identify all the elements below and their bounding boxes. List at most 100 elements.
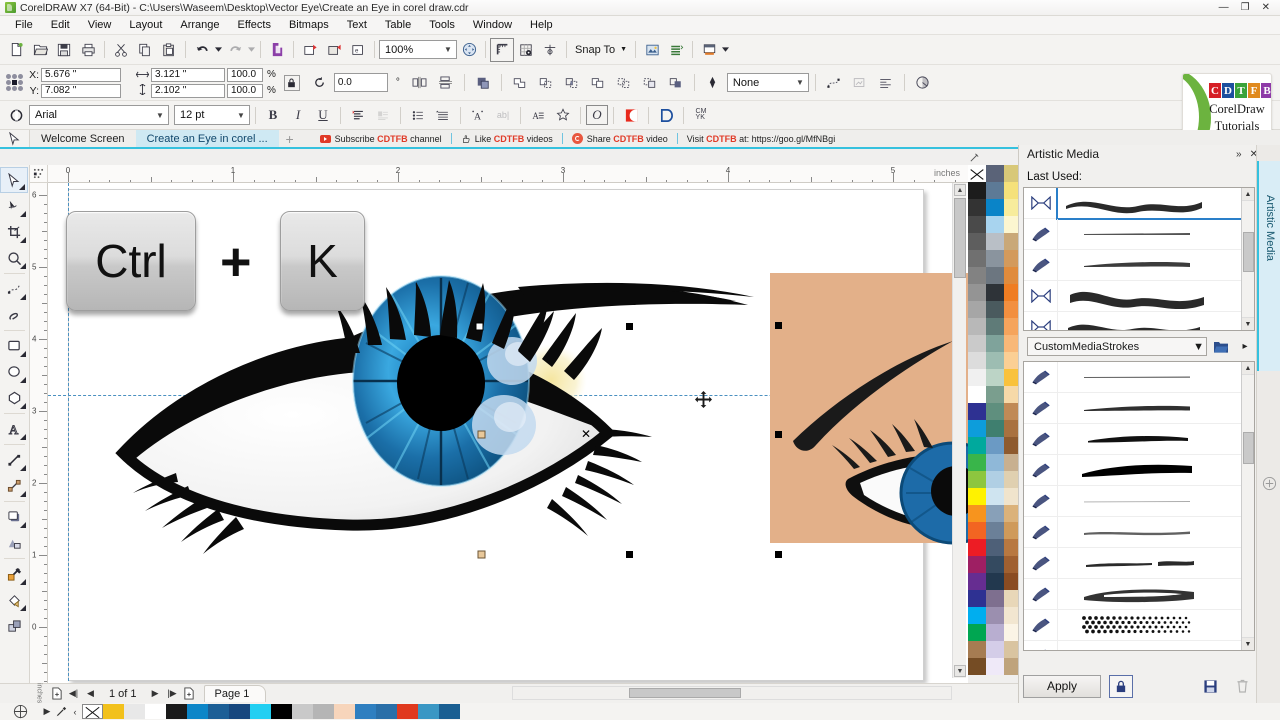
menu-edit[interactable]: Edit	[42, 17, 79, 33]
color-swatch[interactable]	[986, 437, 1004, 454]
color-swatch[interactable]	[968, 352, 986, 369]
color-swatch[interactable]	[968, 471, 986, 488]
menu-arrange[interactable]: Arrange	[171, 17, 228, 33]
apply-button[interactable]: Apply	[1023, 674, 1101, 698]
color-swatch[interactable]	[986, 369, 1004, 386]
copy-icon[interactable]	[133, 38, 157, 62]
tool-shape[interactable]	[0, 193, 28, 219]
color-swatch[interactable]	[986, 420, 1004, 437]
promo-share[interactable]: Share CDTFB video	[563, 133, 677, 144]
stroke-category-combo[interactable]: CustomMediaStrokes ▼	[1027, 337, 1207, 356]
front-minus-back-button[interactable]	[612, 71, 636, 95]
color-swatch[interactable]	[986, 539, 1004, 556]
color-swatch[interactable]	[986, 301, 1004, 318]
ruler-origin-button[interactable]	[30, 165, 48, 183]
canvas-horizontal-scrollbar[interactable]	[512, 686, 952, 700]
color-swatch[interactable]	[334, 704, 355, 719]
menu-bitmaps[interactable]: Bitmaps	[280, 17, 338, 33]
promo-like[interactable]: Like CDTFB videos	[452, 134, 562, 144]
tool-freehand[interactable]	[0, 276, 28, 302]
new-document-icon[interactable]	[4, 38, 28, 62]
show-guidelines-icon[interactable]	[538, 38, 562, 62]
tool-rectangle[interactable]	[0, 333, 28, 359]
scroll-down-button[interactable]: ▼	[1242, 317, 1254, 330]
color-swatch[interactable]	[968, 318, 986, 335]
color-swatch[interactable]	[124, 704, 145, 719]
color-swatch[interactable]	[986, 267, 1004, 284]
anchor-cell[interactable]	[6, 74, 11, 79]
font-family-combo[interactable]: Arial ▼	[29, 105, 169, 125]
scrollbar-thumb[interactable]	[629, 688, 741, 698]
last-used-item[interactable]	[1024, 219, 1254, 250]
rotation-input[interactable]: 0.0	[333, 73, 388, 92]
paste-icon[interactable]	[157, 38, 181, 62]
stroke-list-item[interactable]	[1024, 424, 1254, 455]
stroke-list-item[interactable]	[1024, 610, 1254, 641]
color-swatch[interactable]	[986, 250, 1004, 267]
character-format-button[interactable]: A	[466, 103, 490, 127]
color-swatch[interactable]	[986, 165, 1004, 182]
scroll-up-button[interactable]: ▲	[954, 184, 966, 196]
object-anchor-selector[interactable]	[6, 74, 23, 91]
anchor-cell[interactable]	[6, 80, 11, 85]
pick-tool-indicator[interactable]	[0, 130, 30, 147]
tool-artistic-media[interactable]	[0, 302, 28, 328]
font-size-combo[interactable]: 12 pt ▼	[174, 105, 250, 125]
menu-effects[interactable]: Effects	[229, 17, 280, 33]
stroke-list-item[interactable]	[1024, 362, 1254, 393]
lock-ratio-button[interactable]	[283, 74, 300, 91]
width-input[interactable]: 3.121 "	[151, 67, 225, 82]
scrollbar-thumb[interactable]	[954, 198, 966, 278]
add-tab-button[interactable]: +	[279, 130, 301, 147]
convert-to-curves-button[interactable]	[822, 71, 846, 95]
scroll-down-button[interactable]: ▼	[1242, 637, 1254, 650]
scroll-down-button[interactable]: ▼	[954, 665, 966, 677]
print-icon[interactable]	[76, 38, 100, 62]
color-swatch[interactable]	[968, 301, 986, 318]
color-swatch[interactable]	[968, 607, 986, 624]
text-properties-button[interactable]: A	[526, 103, 550, 127]
last-page-button[interactable]: |▶	[164, 685, 181, 702]
underline-button[interactable]: U	[311, 103, 335, 127]
color-swatch[interactable]	[986, 590, 1004, 607]
palette-prev-button[interactable]: ‹	[68, 704, 82, 719]
color-swatch[interactable]	[986, 352, 1004, 369]
last-used-item[interactable]	[1024, 188, 1254, 220]
menu-view[interactable]: View	[79, 17, 121, 33]
tool-color-eyedropper[interactable]	[0, 561, 28, 587]
color-swatch[interactable]	[968, 386, 986, 403]
tool-text[interactable]: A	[0, 416, 28, 442]
stroke-list-item[interactable]	[1024, 393, 1254, 424]
anchor-cell[interactable]	[6, 86, 11, 91]
scrollbar-thumb[interactable]	[1243, 432, 1254, 464]
color-swatch[interactable]	[166, 704, 187, 719]
workspace-dropdown-icon[interactable]	[721, 38, 730, 62]
color-swatch[interactable]	[986, 335, 1004, 352]
page-tab-page-1[interactable]: Page 1	[203, 685, 267, 702]
stroke-list-item[interactable]	[1024, 641, 1254, 650]
color-swatch[interactable]	[968, 505, 986, 522]
color-swatch[interactable]	[968, 267, 986, 284]
chevron-down-icon[interactable]: ▼	[620, 46, 627, 53]
wrap-text-button[interactable]	[874, 71, 898, 95]
text-align-button[interactable]	[346, 103, 370, 127]
color-palette-column-2[interactable]	[986, 165, 1004, 675]
flyout-arrow-icon[interactable]	[20, 237, 26, 243]
color-swatch[interactable]	[968, 488, 986, 505]
last-used-list[interactable]: ▲ ▼	[1023, 187, 1255, 331]
color-swatch[interactable]	[986, 624, 1004, 641]
color-swatch[interactable]	[986, 522, 1004, 539]
effects-star-button[interactable]	[551, 103, 575, 127]
color-swatch[interactable]	[968, 420, 986, 437]
flyout-arrow-icon[interactable]	[20, 579, 26, 585]
tab-welcome-screen[interactable]: Welcome Screen	[30, 130, 136, 147]
outline-width-combo[interactable]: None ▼	[726, 73, 809, 92]
color-swatch[interactable]	[229, 704, 250, 719]
color-swatch[interactable]	[968, 573, 986, 590]
tool-parallel-dimension[interactable]	[0, 447, 28, 473]
append-page-icon[interactable]	[181, 685, 198, 702]
anchor-cell-center[interactable]	[12, 80, 17, 85]
palette-scroll-button[interactable]: ▶	[40, 704, 54, 719]
height-input[interactable]: 2.102 "	[151, 83, 225, 98]
create-boundary-button[interactable]	[664, 71, 688, 95]
